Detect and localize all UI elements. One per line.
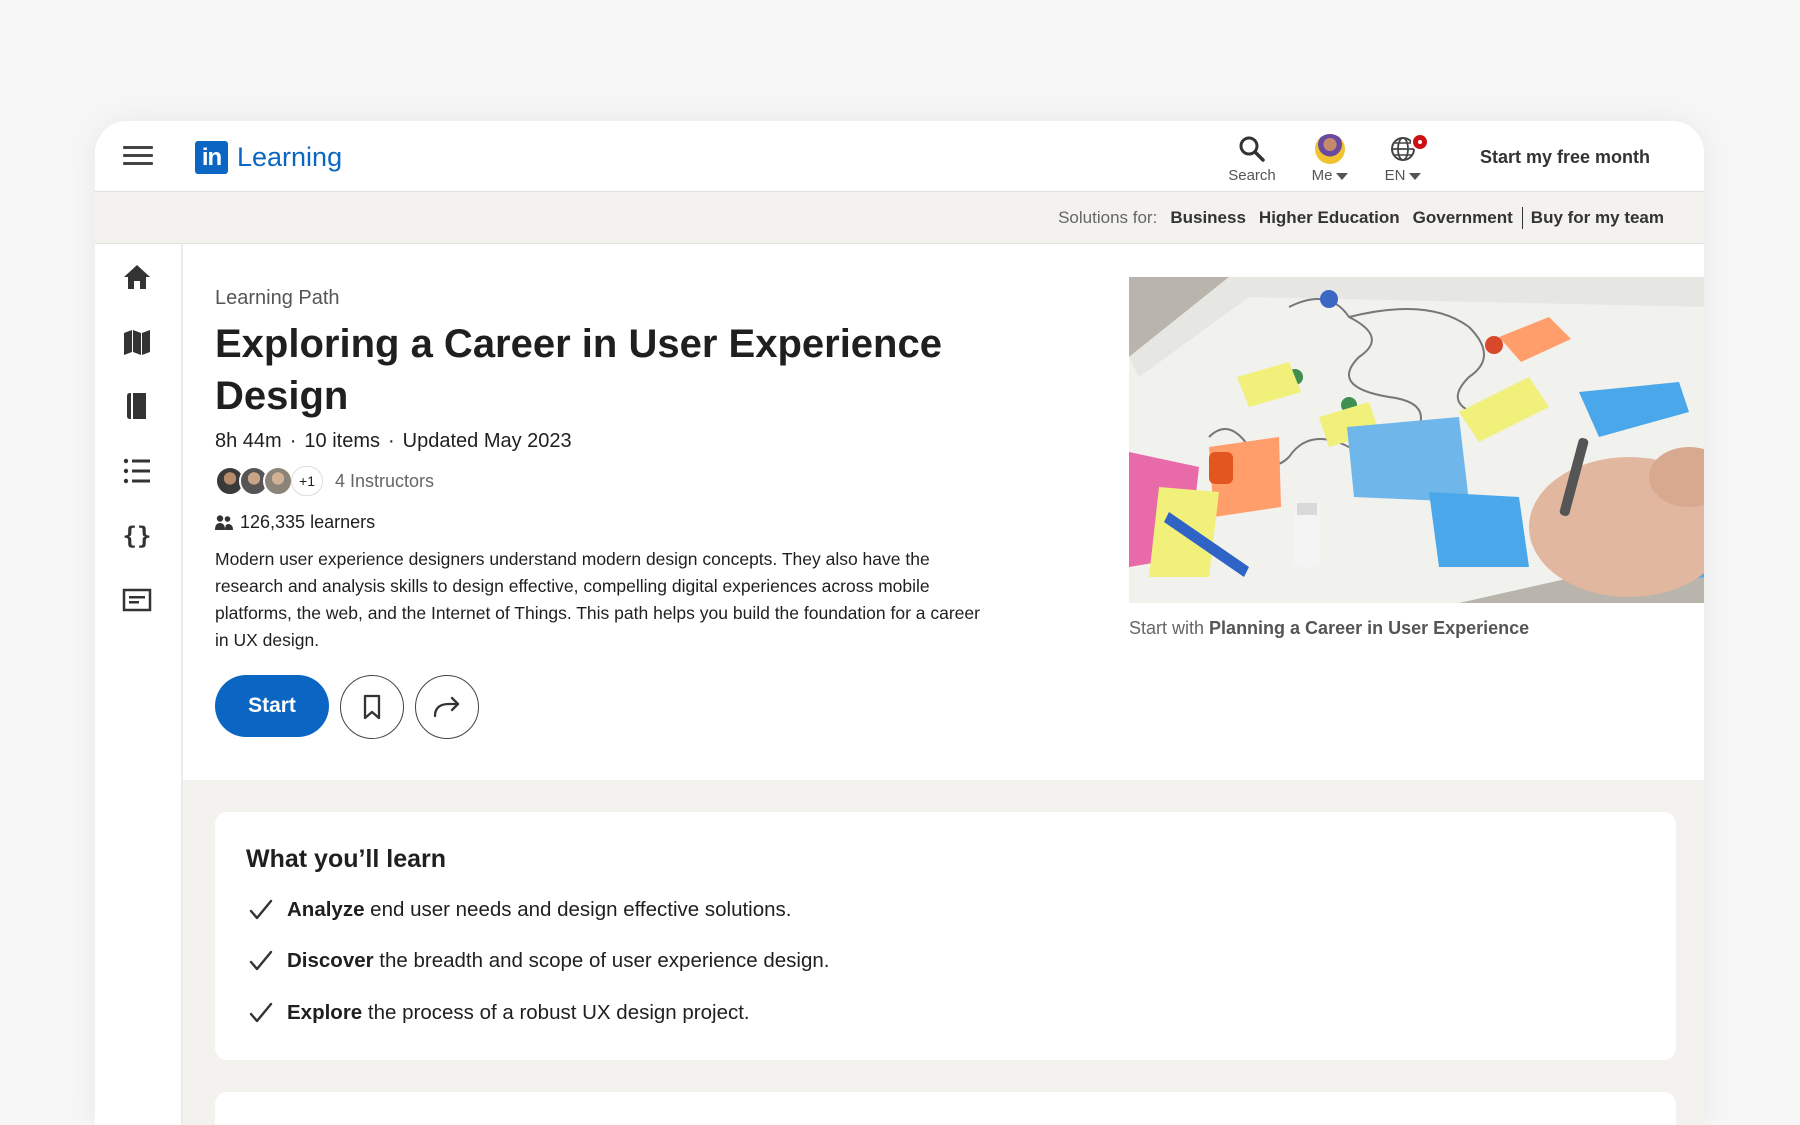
content-area: What you’ll learn Analyze end user needs… xyxy=(183,780,1704,1125)
checkmark-icon xyxy=(249,1002,273,1023)
solutions-link-higher-education[interactable]: Higher Education xyxy=(1259,208,1400,228)
learners-count: 126,335 learners xyxy=(215,512,375,533)
top-header: in Learning Search Me EN Start my free m… xyxy=(95,121,1704,192)
course-thumbnail[interactable] xyxy=(1129,277,1704,603)
certificate-icon[interactable] xyxy=(121,584,153,616)
share-arrow-icon xyxy=(433,696,460,718)
menu-icon[interactable] xyxy=(123,146,153,166)
nav-me[interactable]: Me xyxy=(1308,131,1352,184)
learn-item-verb: Analyze xyxy=(287,898,365,921)
code-icon[interactable]: {} xyxy=(121,520,153,552)
first-course-link[interactable]: Planning a Career in User Experience xyxy=(1209,618,1529,638)
learn-item-verb: Discover xyxy=(287,949,374,972)
learn-item-text: the breadth and scope of user experience… xyxy=(373,949,830,972)
updated-date: Updated May 2023 xyxy=(402,430,572,452)
linkedin-mark: in xyxy=(195,141,228,174)
chevron-down-icon xyxy=(1409,172,1422,180)
solutions-link-government[interactable]: Government xyxy=(1413,208,1513,228)
list-item: Analyze end user needs and design effect… xyxy=(249,898,791,922)
page-title: Exploring a Career in User Experience De… xyxy=(215,322,942,418)
save-button[interactable] xyxy=(340,675,404,739)
globe-icon xyxy=(1381,131,1429,167)
instructors-extra-count: +1 xyxy=(291,466,323,496)
content-type-label: Learning Path xyxy=(215,287,340,309)
divider xyxy=(1521,207,1523,229)
list-item: Discover the breadth and scope of user e… xyxy=(249,949,829,973)
solutions-bar: Solutions for: Business Higher Education… xyxy=(95,192,1704,244)
buy-for-my-team-link[interactable]: Buy for my team xyxy=(1531,208,1664,228)
learning-path-hero: Learning Path Exploring a Career in User… xyxy=(183,244,1704,780)
share-button[interactable] xyxy=(415,675,479,739)
path-description: Modern user experience designers underst… xyxy=(215,549,980,650)
book-icon[interactable] xyxy=(121,390,153,422)
brand-name: Learning xyxy=(237,142,343,172)
learners-text: 126,335 learners xyxy=(240,512,376,532)
path-meta: 8h 44m · 10 items · Updated May 2023 xyxy=(215,430,572,452)
app-window: in Learning Search Me EN Start my free m… xyxy=(95,121,1704,1125)
start-button[interactable]: Start xyxy=(215,675,329,737)
ux-planning-photo xyxy=(1129,277,1704,603)
list-item: Explore the process of a robust UX desig… xyxy=(249,1001,750,1025)
nav-language[interactable]: EN xyxy=(1381,131,1429,184)
bookmark-icon xyxy=(363,694,381,720)
nav-language-label: EN xyxy=(1384,167,1406,184)
nav-search[interactable]: Search xyxy=(1222,131,1282,184)
instructors-label[interactable]: 4 Instructors xyxy=(335,471,434,492)
home-icon[interactable] xyxy=(121,261,153,293)
section-heading: What you’ll learn xyxy=(246,845,447,873)
search-icon xyxy=(1222,131,1282,167)
thumbnail-caption: Start with Planning a Career in User Exp… xyxy=(1129,618,1529,639)
user-avatar xyxy=(1315,134,1345,164)
nav-search-label: Search xyxy=(1228,167,1276,184)
next-section-card xyxy=(215,1092,1676,1125)
map-icon[interactable] xyxy=(121,326,153,358)
notification-badge xyxy=(1411,133,1429,151)
checkmark-icon xyxy=(249,899,273,920)
nav-me-label: Me xyxy=(1311,167,1333,184)
people-icon xyxy=(215,514,233,530)
chevron-down-icon xyxy=(1336,172,1349,180)
caption-prefix: Start with xyxy=(1129,618,1205,638)
item-count: 10 items xyxy=(304,430,380,452)
solutions-link-business[interactable]: Business xyxy=(1170,208,1246,228)
checkmark-icon xyxy=(249,950,273,971)
duration: 8h 44m xyxy=(215,430,282,452)
learn-item-text: the process of a robust UX design projec… xyxy=(362,1001,750,1024)
learn-item-verb: Explore xyxy=(287,1001,363,1024)
avatar xyxy=(263,466,293,496)
list-icon[interactable] xyxy=(121,455,153,487)
instructors-group[interactable]: +1 4 Instructors xyxy=(215,466,434,496)
start-free-month-link[interactable]: Start my free month xyxy=(1480,147,1650,168)
solutions-label: Solutions for: xyxy=(1058,208,1158,227)
learn-item-text: end user needs and design effective solu… xyxy=(364,898,792,921)
svg-text:{}: {} xyxy=(123,522,152,550)
left-rail: {} xyxy=(95,244,183,1125)
brand-logo[interactable]: in Learning xyxy=(195,141,342,174)
what-youll-learn-card: What you’ll learn Analyze end user needs… xyxy=(215,812,1676,1060)
